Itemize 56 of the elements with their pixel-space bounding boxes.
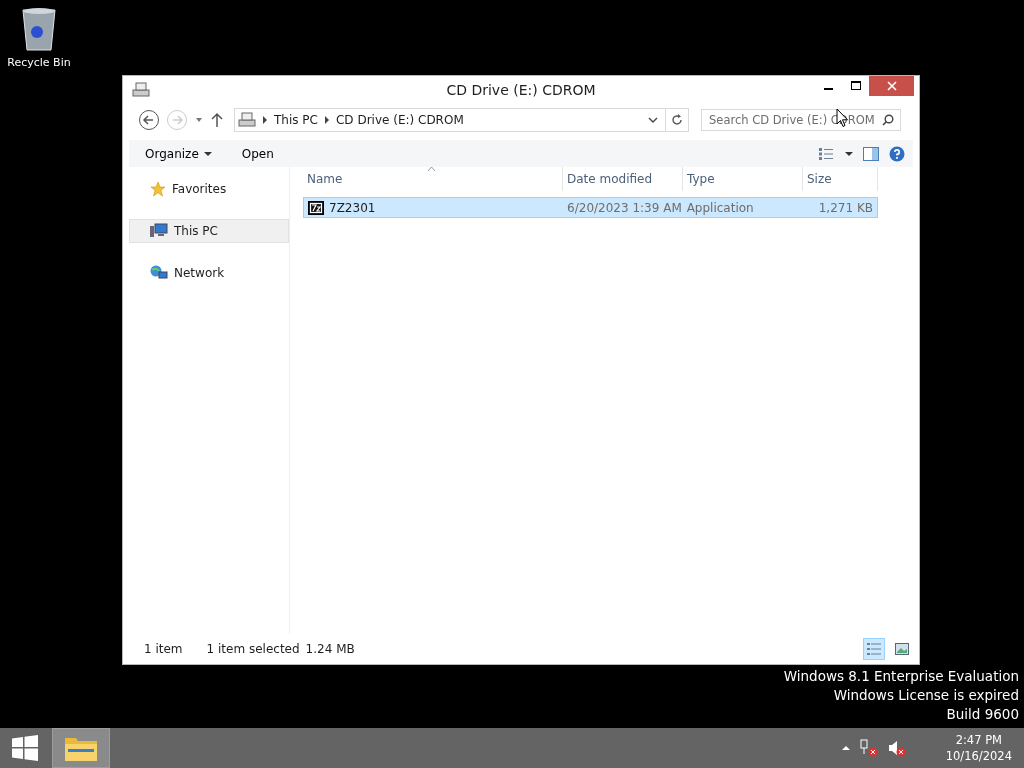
sort-icon xyxy=(428,167,435,171)
nav-item[interactable]: This PC xyxy=(129,219,289,243)
nav-item[interactable]: Favorites xyxy=(129,177,289,201)
chevron-icon[interactable] xyxy=(323,116,330,124)
drive-icon xyxy=(238,112,256,128)
size-cell-text: 1,271 KB xyxy=(817,200,874,215)
details-view-icon[interactable] xyxy=(867,643,881,655)
back-icon[interactable] xyxy=(138,109,160,131)
maximize-icon[interactable] xyxy=(850,81,861,91)
help-icon[interactable] xyxy=(889,145,905,162)
toolbar-button[interactable]: Open xyxy=(235,144,280,163)
nav-item[interactable]: Network xyxy=(129,261,289,285)
watermark-text: Windows License is expired xyxy=(833,686,1019,705)
network-icon xyxy=(150,265,168,281)
column-header[interactable]: Name xyxy=(303,167,563,191)
breadcrumb[interactable]: CD Drive (E:) CDROM xyxy=(335,113,464,127)
column-header[interactable]: Type xyxy=(683,167,803,191)
toolbar-button[interactable]: Organize xyxy=(139,144,218,163)
close-icon[interactable] xyxy=(886,81,897,91)
column-header[interactable]: Date modified xyxy=(563,167,683,191)
file-explorer-button[interactable] xyxy=(52,728,110,768)
window-title: CD Drive (E:) CDROM xyxy=(445,82,597,98)
type-cell-text: Application xyxy=(685,200,755,215)
details-view-button[interactable] xyxy=(863,638,885,660)
view-options-icon[interactable] xyxy=(819,147,853,160)
chevron-icon[interactable] xyxy=(262,116,268,124)
column-header[interactable]: Size xyxy=(803,167,878,191)
picture-view-icon[interactable] xyxy=(895,643,909,655)
search-icon[interactable] xyxy=(882,114,894,126)
address-bar[interactable]: This PC CD Drive (E:) CDROM xyxy=(234,108,689,132)
selection-size: 1.24 MB xyxy=(305,642,355,656)
speaker-muted-icon[interactable] xyxy=(887,739,906,757)
date-cell-text: 6/20/2023 1:39 AM xyxy=(566,200,683,215)
file-name: 7Z2301 xyxy=(329,200,376,215)
clock[interactable]: 2:47 PM 10/16/2024 xyxy=(945,732,1012,764)
windows-logo-icon[interactable] xyxy=(12,735,38,761)
preview-pane-icon[interactable] xyxy=(863,146,879,161)
item-count: 1 item xyxy=(144,642,183,656)
refresh-icon[interactable] xyxy=(671,114,683,126)
network-error-icon[interactable] xyxy=(859,739,878,757)
computer-icon xyxy=(150,223,168,239)
file-row[interactable]: 7Z2301 6/20/2023 1:39 AM Application 1,271 KB xyxy=(303,197,878,218)
caret-icon[interactable] xyxy=(203,150,212,157)
watermark-text: Build 9600 xyxy=(946,705,1019,724)
watermark-text: Windows 8.1 Enterprise Evaluation xyxy=(783,667,1019,686)
app-icon xyxy=(308,200,324,215)
drive-icon xyxy=(132,82,150,98)
selection-status: 1 item selected xyxy=(206,642,300,656)
recycle-bin-label[interactable]: Recycle Bin xyxy=(7,56,71,69)
star-icon xyxy=(150,181,166,197)
recycle-bin-icon[interactable] xyxy=(21,6,57,52)
up-icon[interactable] xyxy=(210,112,224,128)
breadcrumb[interactable]: This PC xyxy=(274,113,318,127)
dropdown-icon[interactable] xyxy=(647,116,659,124)
caret-up-icon[interactable] xyxy=(841,745,850,751)
dropdown-icon[interactable] xyxy=(194,116,204,124)
